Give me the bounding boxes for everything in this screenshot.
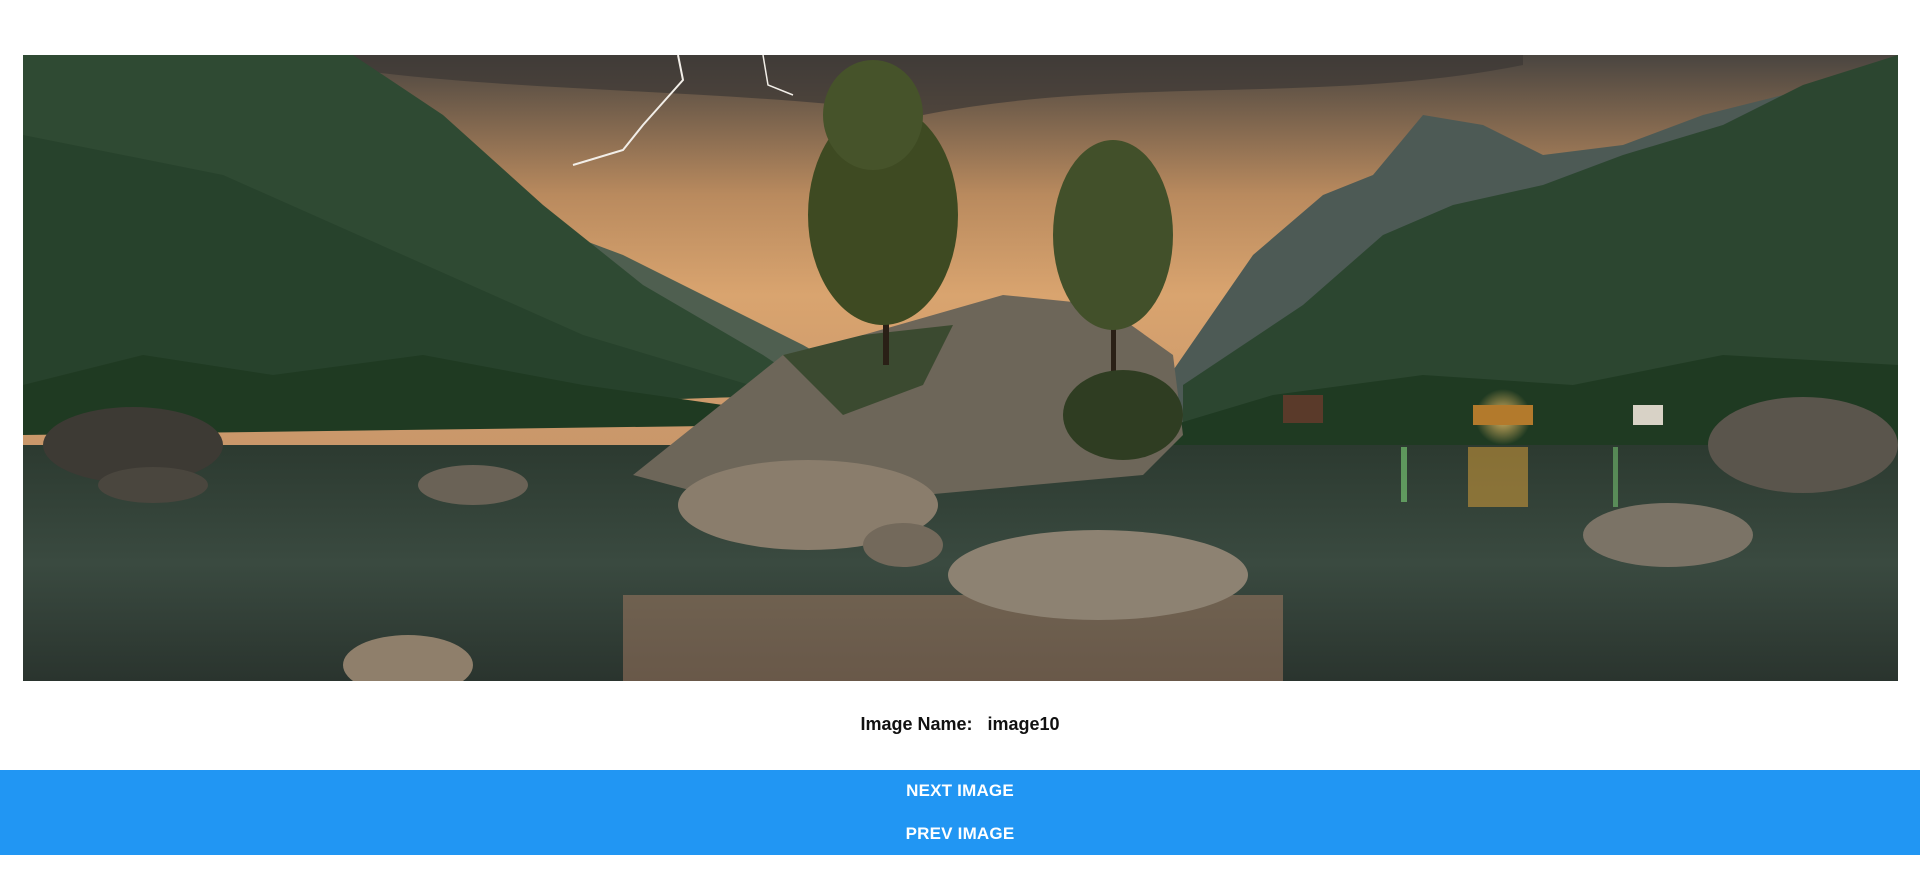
image-caption: Image Name: image10 — [0, 714, 1920, 735]
image-name-value: image10 — [987, 714, 1060, 734]
prev-image-button[interactable]: PREV IMAGE — [0, 812, 1920, 855]
image-name-label: Image Name: — [860, 714, 973, 734]
landscape-image — [23, 55, 1898, 681]
image-viewer-page: Image Name: image10 NEXT IMAGE PREV IMAG… — [0, 0, 1920, 870]
next-image-button[interactable]: NEXT IMAGE — [0, 770, 1920, 812]
